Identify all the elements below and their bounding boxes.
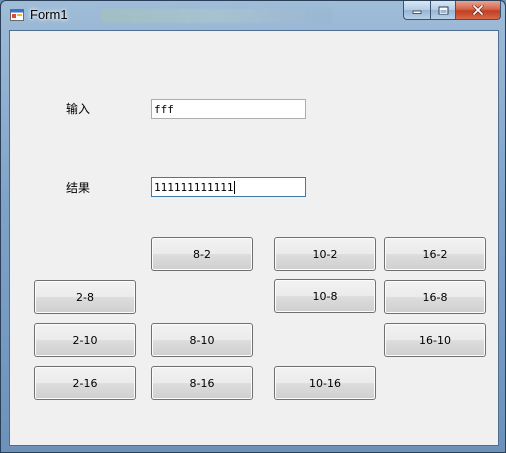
result-textbox-value: 111111111111 [154, 181, 234, 194]
form-app-icon [10, 9, 24, 21]
title-bar[interactable]: Form1 [1, 1, 505, 29]
caption-buttons [403, 1, 501, 21]
input-textbox[interactable]: fff [151, 99, 306, 119]
close-button[interactable] [456, 1, 501, 20]
input-label: 输入 [66, 102, 91, 116]
button-2-10[interactable]: 2-10 [34, 323, 136, 357]
close-icon [472, 5, 484, 15]
result-label: 结果 [66, 181, 91, 195]
maximize-button[interactable] [430, 1, 456, 20]
button-16-10[interactable]: 16-10 [384, 323, 486, 357]
button-8-10[interactable]: 8-10 [151, 323, 253, 357]
title-bar-glass [101, 9, 331, 23]
button-2-8[interactable]: 2-8 [34, 280, 136, 314]
minimize-button[interactable] [403, 1, 430, 20]
input-textbox-value: fff [154, 103, 174, 116]
button-16-8[interactable]: 16-8 [384, 280, 486, 314]
text-caret [234, 181, 236, 194]
button-8-16[interactable]: 8-16 [151, 366, 253, 400]
form-client-area: 输入 fff 结果 111111111111 8-2 10-2 16-2 2-8… [9, 30, 499, 446]
window-title: Form1 [30, 7, 68, 22]
button-10-2[interactable]: 10-2 [274, 237, 376, 271]
button-10-16[interactable]: 10-16 [274, 366, 376, 400]
button-2-16[interactable]: 2-16 [34, 366, 136, 400]
button-10-8[interactable]: 10-8 [274, 279, 376, 313]
button-16-2[interactable]: 16-2 [384, 237, 486, 271]
button-8-2[interactable]: 8-2 [151, 237, 253, 271]
form1-window: Form1 输入 fff 结果 111111111111 8-2 10-2 16… [0, 0, 506, 453]
maximize-icon [438, 6, 448, 14]
minimize-icon [412, 10, 422, 14]
result-textbox[interactable]: 111111111111 [151, 177, 306, 197]
